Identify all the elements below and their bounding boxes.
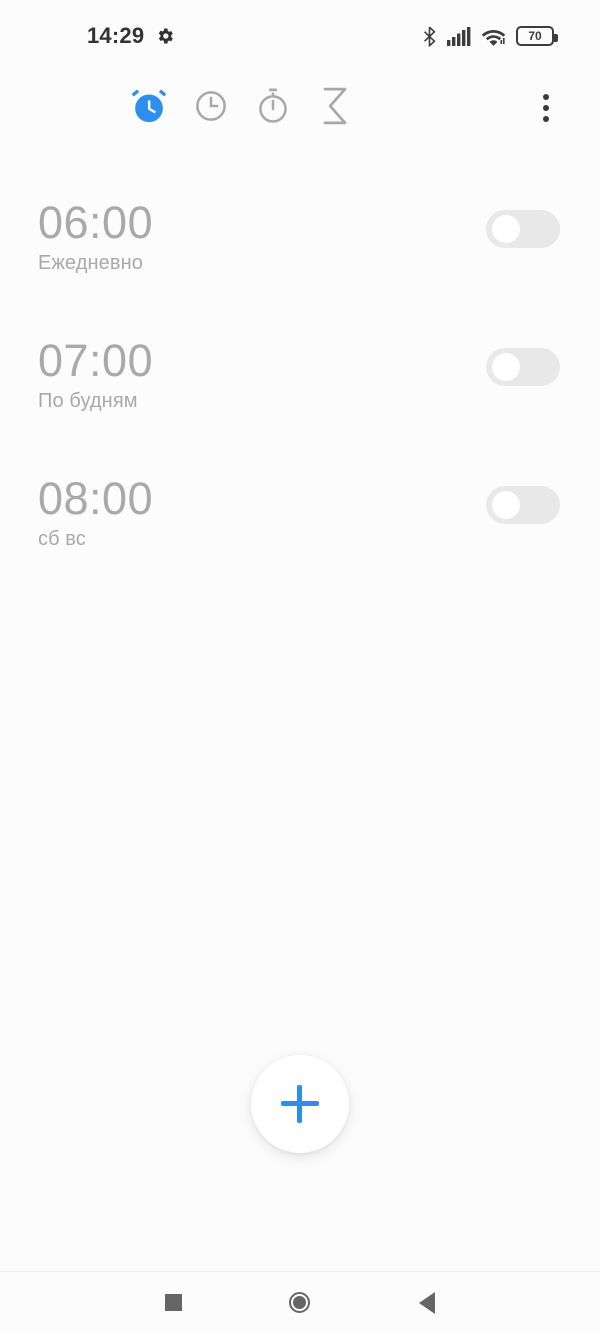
more-vertical-dot xyxy=(543,116,549,122)
clock-app-screen: 14:29 70 06:00 Ежедневно 07:00 По будням… xyxy=(0,0,600,1333)
alarm-toggle-knob xyxy=(492,215,520,243)
alarm-toggle[interactable] xyxy=(486,486,560,524)
alarm-row[interactable]: 08:00 сб вс xyxy=(0,472,600,610)
nav-recents-button[interactable] xyxy=(145,1275,201,1331)
tab-stopwatch[interactable] xyxy=(242,80,304,136)
more-vertical-dot xyxy=(543,94,549,100)
cellular-signal-icon xyxy=(447,26,471,46)
triangle-back-icon xyxy=(418,1291,435,1314)
gear-icon xyxy=(155,26,175,46)
status-bar-right: 70 xyxy=(422,26,558,47)
add-alarm-button[interactable] xyxy=(251,1055,349,1153)
square-recents-icon xyxy=(164,1294,182,1311)
tab-bar xyxy=(0,72,600,144)
alarm-repeat-label: сб вс xyxy=(38,528,86,551)
clock-icon xyxy=(193,88,229,129)
alarm-row[interactable]: 07:00 По будням xyxy=(0,334,600,472)
tab-timer[interactable] xyxy=(304,80,366,136)
nav-home-button[interactable] xyxy=(272,1275,328,1331)
more-vertical-dot xyxy=(543,105,549,111)
status-bar: 14:29 70 xyxy=(0,0,600,72)
alarm-row[interactable]: 06:00 Ежедневно xyxy=(0,196,600,334)
overflow-menu-button[interactable] xyxy=(518,80,574,136)
alarm-toggle-knob xyxy=(492,353,520,381)
alarm-info: 08:00 сб вс xyxy=(38,472,153,551)
wifi-icon xyxy=(481,27,506,46)
nav-back-button[interactable] xyxy=(399,1275,455,1331)
stopwatch-icon xyxy=(255,87,291,130)
alarm-clock-icon xyxy=(129,86,169,131)
alarm-repeat-label: По будням xyxy=(38,390,138,413)
alarm-time: 06:00 xyxy=(38,197,154,248)
battery-icon: 70 xyxy=(516,26,558,46)
battery-level-label: 70 xyxy=(528,29,542,43)
hourglass-icon xyxy=(318,86,352,131)
alarm-toggle-knob xyxy=(492,491,520,519)
alarm-list: 06:00 Ежедневно 07:00 По будням 08:00 сб… xyxy=(0,144,600,1271)
status-bar-clock: 14:29 xyxy=(87,23,145,48)
alarm-toggle[interactable] xyxy=(486,348,560,386)
status-bar-left: 14:29 xyxy=(87,23,175,49)
alarm-time: 08:00 xyxy=(38,473,154,524)
tab-alarm[interactable] xyxy=(118,80,180,136)
alarm-info: 06:00 Ежедневно xyxy=(38,196,153,275)
tab-world-clock[interactable] xyxy=(180,80,242,136)
circle-home-icon xyxy=(289,1292,311,1313)
bluetooth-icon xyxy=(422,26,437,47)
system-navigation-bar xyxy=(0,1271,600,1333)
alarm-time: 07:00 xyxy=(38,335,154,386)
alarm-info: 07:00 По будням xyxy=(38,334,153,413)
plus-icon xyxy=(281,1085,319,1123)
alarm-toggle[interactable] xyxy=(486,210,560,248)
alarm-repeat-label: Ежедневно xyxy=(38,252,143,275)
